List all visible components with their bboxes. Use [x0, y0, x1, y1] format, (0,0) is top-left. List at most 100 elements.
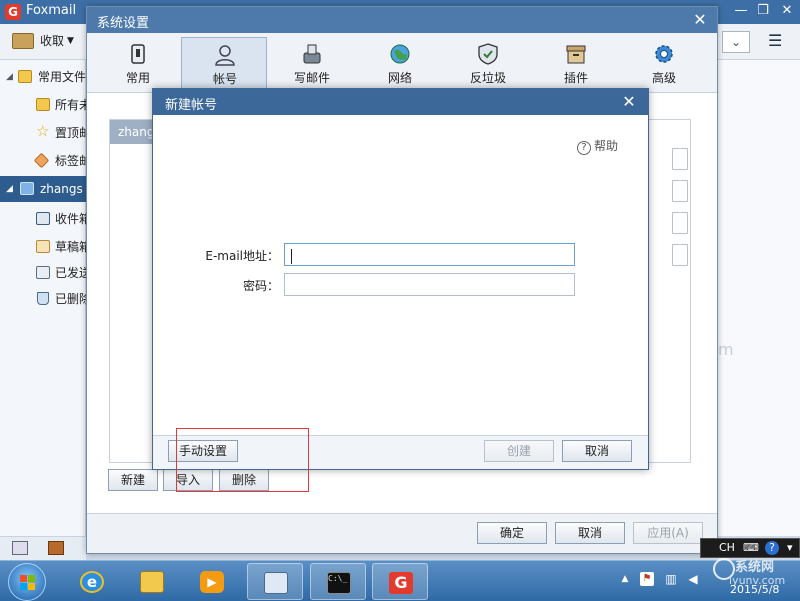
trash-icon	[37, 292, 49, 305]
taskbar-item-control-panel[interactable]	[247, 563, 303, 600]
language-indicator[interactable]: CH	[719, 541, 735, 554]
settings-footer: 确定 取消 应用(A)	[87, 513, 717, 553]
volume-icon[interactable]: ◀	[686, 572, 700, 586]
help-label: 帮助	[594, 139, 619, 153]
help-icon[interactable]: ?	[765, 541, 779, 555]
antispam-icon	[478, 43, 498, 65]
sidebar-item-inbox[interactable]: 收件箱	[0, 206, 86, 232]
minimize-icon[interactable]: —	[730, 2, 752, 20]
close-icon[interactable]: ✕	[620, 92, 638, 111]
keyboard-icon[interactable]: ⌨	[743, 541, 759, 554]
background-text-fragment: m	[718, 340, 734, 359]
file-explorer-icon	[140, 571, 164, 593]
sidebar-label: 已发送	[55, 266, 86, 280]
sidebar-item-all-unread[interactable]: 所有未	[0, 92, 86, 118]
sidebar-item-drafts[interactable]: 草稿箱	[0, 234, 86, 260]
tab-label: 常用	[125, 71, 150, 85]
password-field[interactable]	[284, 273, 575, 296]
foxmail-logo-icon: G	[5, 4, 21, 20]
close-icon[interactable]: ✕	[691, 10, 709, 29]
sidebar-label: zhangs	[40, 182, 83, 196]
settings-cancel-button[interactable]: 取消	[555, 522, 625, 544]
chevron-down-icon[interactable]: ▼	[67, 36, 74, 46]
star-icon: ☆	[36, 122, 50, 140]
media-player-icon: ▶	[200, 571, 224, 593]
new-account-button[interactable]: 新建	[108, 469, 158, 491]
text-caret	[291, 249, 292, 264]
apply-button[interactable]: 应用(A)	[633, 522, 703, 544]
maximize-icon[interactable]: ❐	[752, 2, 774, 20]
plugin-icon	[566, 45, 586, 64]
action-center-icon[interactable]: ⚑	[640, 572, 654, 586]
close-icon[interactable]: ✕	[776, 2, 798, 20]
settings-titlebar: 系统设置 ✕	[87, 7, 717, 33]
sidebar-item-common-folders[interactable]: ◢ 常用文件	[0, 64, 86, 90]
tab-label: 插件	[563, 71, 588, 85]
tab-general[interactable]: 常用	[95, 37, 181, 89]
search-dropdown-button[interactable]: ⌄	[722, 31, 750, 53]
ok-button[interactable]: 确定	[477, 522, 547, 544]
new-account-titlebar: 新建帐号 ✕	[153, 89, 648, 115]
tab-label: 网络	[387, 71, 412, 85]
create-button[interactable]: 创建	[484, 440, 554, 462]
sent-icon	[36, 266, 50, 279]
sidebar-item-tags[interactable]: 标签邮	[0, 148, 86, 174]
collapse-arrow-icon[interactable]: ◢	[6, 176, 13, 202]
sidebar-item-sent[interactable]: 已发送	[0, 260, 86, 286]
account-field[interactable]	[672, 148, 688, 170]
tab-plugins[interactable]: 插件	[533, 37, 619, 89]
compose-icon	[303, 44, 321, 64]
collapse-arrow-icon[interactable]: ◢	[6, 64, 13, 90]
start-button[interactable]	[8, 563, 46, 601]
sidebar-label: 收件箱	[55, 212, 86, 226]
contacts-icon[interactable]	[48, 541, 64, 555]
options-icon[interactable]: ▾	[787, 541, 793, 554]
tag-icon	[33, 152, 50, 169]
account-field[interactable]	[672, 180, 688, 202]
account-field[interactable]	[672, 212, 688, 234]
new-account-cancel-button[interactable]: 取消	[562, 440, 632, 462]
taskbar-item-media-player[interactable]: ▶	[184, 563, 240, 600]
command-prompt-icon: C:\_	[327, 572, 351, 594]
tab-advanced[interactable]: 高级	[621, 37, 707, 89]
sidebar-label: 草稿箱	[55, 240, 86, 254]
sidebar-bottom-bar	[0, 536, 86, 560]
sidebar-label: 已删除	[55, 292, 86, 306]
receive-button[interactable]: 收取 ▼	[12, 32, 74, 52]
folder-sidebar: ◢ 常用文件 所有未 ☆ 置顶邮 标签邮 ◢ zhangs 收件箱 草稿箱 已发…	[0, 60, 86, 560]
show-hidden-icons-icon[interactable]: ▲	[618, 572, 632, 586]
sidebar-item-starred[interactable]: ☆ 置顶邮	[0, 120, 86, 146]
tab-label: 高级	[651, 71, 676, 85]
inbox-icon	[36, 212, 50, 225]
password-label: 密码：	[242, 279, 279, 293]
taskbar-item-cmd[interactable]: C:\_	[310, 563, 366, 600]
taskbar-item-ie[interactable]: e	[64, 563, 120, 600]
sidebar-label: 所有未	[55, 98, 86, 112]
sidebar-label: 置顶邮	[55, 126, 86, 140]
highlight-box	[176, 428, 309, 492]
tab-compose[interactable]: 写邮件	[269, 37, 355, 89]
tab-label: 帐号	[212, 72, 237, 86]
taskbar-clock[interactable]: 2015/5/8	[730, 583, 779, 596]
tab-antispam[interactable]: 反垃圾	[445, 37, 531, 89]
taskbar-item-explorer[interactable]	[124, 563, 180, 600]
tab-account[interactable]: 帐号	[181, 37, 267, 89]
internet-explorer-icon: e	[80, 571, 104, 593]
tab-network[interactable]: 网络	[357, 37, 443, 89]
email-field[interactable]	[284, 243, 575, 266]
advanced-icon	[655, 45, 673, 63]
mail-view-icon[interactable]	[12, 541, 28, 555]
taskbar-item-foxmail[interactable]: G	[372, 563, 428, 600]
help-link[interactable]: ? 帮助	[577, 137, 618, 155]
account-field[interactable]	[672, 244, 688, 266]
sidebar-item-account[interactable]: ◢ zhangs	[0, 176, 86, 202]
tab-label: 写邮件	[293, 71, 330, 85]
network-status-icon[interactable]: ▥	[664, 572, 678, 586]
watermark-text: 系统网	[735, 560, 775, 575]
new-account-dialog: 新建帐号 ✕ ? 帮助 E-mail地址： 密码： 手动设置 创建 取消	[152, 88, 649, 470]
chevron-down-icon: ⌄	[730, 35, 742, 49]
sidebar-item-deleted[interactable]: 已删除	[0, 286, 86, 312]
menu-icon[interactable]: ☰	[768, 33, 786, 49]
receive-mail-icon	[12, 32, 34, 49]
account-icon	[215, 45, 235, 66]
